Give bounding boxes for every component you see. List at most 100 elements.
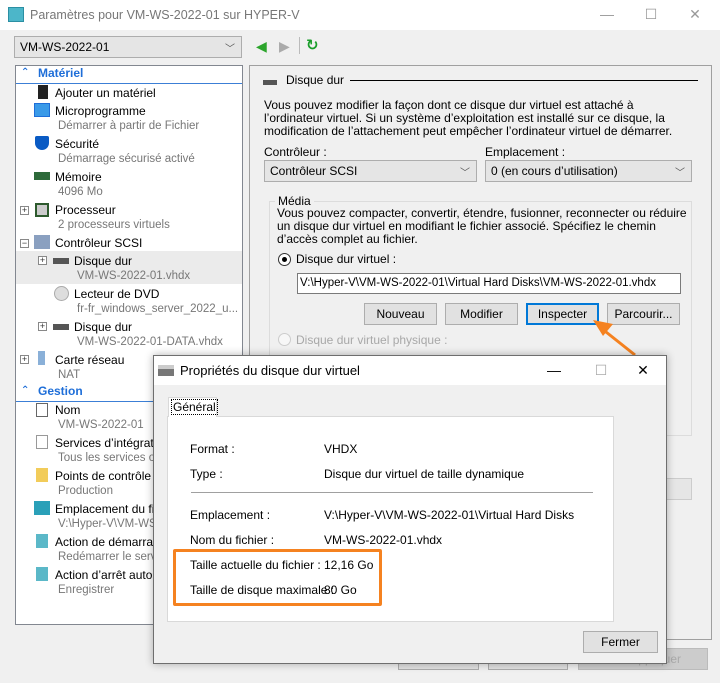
expand-icon[interactable]: + [38, 322, 47, 331]
controller-select[interactable]: Contrôleur SCSI ﹀ [264, 160, 477, 182]
dialog-title-bar: Propriétés du disque dur virtuel — ☐ ✕ [154, 356, 666, 385]
tree-item-sub: VM-WS-2022-01 [58, 419, 144, 431]
tree-item-hard-disk-data[interactable]: Disque dur [74, 320, 132, 334]
hard-disk-icon [263, 80, 277, 85]
collapse-icon: ⌃ [21, 67, 30, 78]
memory-icon [34, 172, 50, 180]
vm-select[interactable]: VM-WS-2022-01 ﹀ [14, 36, 242, 58]
location-value: 0 (en cours d’utilisation) [491, 164, 618, 178]
paging-file-icon [34, 501, 50, 515]
integration-services-icon [36, 435, 48, 449]
physical-disk-label[interactable]: Disque dur virtuel physique : [296, 333, 447, 347]
tab-label: Général [171, 399, 218, 415]
toolbar-divider [299, 37, 300, 54]
tree-item-dvd[interactable]: Lecteur de DVD [74, 287, 159, 301]
current-size-label: Taille actuelle du fichier : [190, 558, 321, 572]
filename-value: VM-WS-2022-01.vhdx [324, 533, 443, 547]
expand-icon[interactable]: + [20, 355, 29, 364]
format-label: Format : [190, 442, 235, 456]
collapse-icon[interactable]: − [20, 239, 29, 248]
title-bar: Paramètres pour VM-WS-2022-01 sur HYPER-… [0, 0, 720, 30]
panel-description: Vous pouvez modifier la façon dont ce di… [264, 98, 673, 138]
scsi-controller-icon [34, 235, 50, 249]
hard-disk-icon [53, 324, 69, 330]
type-value: Disque dur virtuel de taille dynamique [324, 467, 525, 481]
tab-general[interactable]: Général [168, 397, 218, 417]
tree-item-processor[interactable]: Processeur [55, 203, 116, 217]
dialog-title: Propriétés du disque dur virtuel [180, 363, 360, 378]
vm-select-value: VM-WS-2022-01 [20, 40, 110, 54]
maximize-button[interactable]: ☐ [636, 6, 666, 23]
divider [191, 492, 593, 493]
tree-item-sub: Démarrer à partir de Fichier [58, 120, 200, 132]
vhd-path-input[interactable]: V:\Hyper-V\VM-WS-2022-01\Virtual Hard Di… [297, 273, 681, 294]
media-description: Vous pouvez compacter, convertir, étendr… [277, 206, 687, 246]
edit-button[interactable]: Modifier [445, 303, 518, 325]
tree-item-network[interactable]: Carte réseau [55, 353, 124, 367]
tree-item-sub: 2 processeurs virtuels [58, 219, 170, 231]
chevron-down-icon: ﹀ [460, 168, 470, 179]
network-adapter-icon [38, 351, 45, 365]
name-icon [36, 403, 48, 417]
vhd-radio[interactable] [278, 253, 291, 266]
shield-icon [35, 136, 49, 150]
back-arrow-icon[interactable]: ◀ [256, 38, 267, 55]
tree-item-firmware[interactable]: Microprogramme [55, 104, 146, 118]
location-value: V:\Hyper-V\VM-WS-2022-01\Virtual Hard Di… [324, 508, 575, 522]
type-label: Type : [190, 467, 223, 481]
section-title: Matériel [38, 66, 84, 80]
tree-item-hard-disk[interactable]: Disque dur [74, 254, 132, 268]
vhd-radio-label[interactable]: Disque dur virtuel : [296, 252, 396, 266]
location-label: Emplacement : [485, 145, 566, 159]
maximize-button[interactable]: ☐ [586, 362, 616, 379]
tree-item-scsi[interactable]: Contrôleur SCSI [55, 236, 142, 250]
hard-disk-icon [53, 258, 69, 264]
start-action-icon [36, 534, 48, 548]
new-button[interactable]: Nouveau [364, 303, 437, 325]
controller-value: Contrôleur SCSI [270, 164, 358, 178]
hard-disk-icon [158, 365, 174, 376]
tree-item-name[interactable]: Nom [55, 403, 80, 417]
location-select[interactable]: 0 (en cours d’utilisation) ﹀ [485, 160, 692, 182]
tree-item-checkpoints[interactable]: Points de contrôle [55, 469, 151, 483]
processor-icon [35, 203, 49, 217]
expand-icon[interactable]: + [20, 206, 29, 215]
format-value: VHDX [324, 442, 358, 456]
chevron-down-icon: ﹀ [675, 168, 685, 179]
tree-item-memory[interactable]: Mémoire [55, 170, 102, 184]
physical-disk-radio[interactable] [278, 333, 291, 346]
controller-label: Contrôleur : [264, 145, 327, 159]
close-dialog-button[interactable]: Fermer [583, 631, 658, 653]
tree-item-sub: Démarrage sécurisé activé [58, 153, 195, 165]
refresh-icon[interactable]: ↻ [306, 36, 319, 54]
tree-item-sub: VM-WS-2022-01-DATA.vhdx [77, 336, 223, 348]
tree-item-sub: Enregistrer [58, 584, 115, 596]
dvd-icon [54, 286, 69, 301]
stop-action-icon [36, 567, 48, 581]
tree-item-sub: fr-fr_windows_server_2022_u... [77, 303, 239, 315]
tree-item-sub: Production [58, 485, 113, 497]
tree-item-sub: VM-WS-2022-01.vhdx [77, 270, 191, 282]
panel-header: Disque dur [286, 73, 345, 87]
add-hardware-icon [38, 85, 48, 99]
tree-item-sub: 4096 Mo [58, 186, 103, 198]
tree-item-add-hardware[interactable]: Ajouter un matériel [55, 86, 156, 100]
max-size-value: 80 Go [324, 583, 357, 597]
window-title: Paramètres pour VM-WS-2022-01 sur HYPER-… [30, 8, 300, 22]
forward-arrow-icon[interactable]: ▶ [279, 38, 290, 55]
expand-icon[interactable]: + [38, 256, 47, 265]
tree-item-security[interactable]: Sécurité [55, 137, 99, 151]
close-button[interactable]: ✕ [628, 362, 658, 379]
minimize-button[interactable]: — [539, 362, 569, 378]
location-label: Emplacement : [190, 508, 271, 522]
checkpoint-icon [36, 468, 48, 482]
current-size-value: 12,16 Go [324, 558, 374, 572]
highlight-arrow [593, 320, 636, 357]
close-button[interactable]: ✕ [680, 6, 710, 23]
minimize-button[interactable]: — [592, 6, 622, 22]
chevron-down-icon: ﹀ [225, 44, 235, 55]
section-hardware[interactable]: ⌃ Matériel [16, 66, 242, 84]
firmware-icon [34, 103, 50, 117]
header-line [350, 80, 698, 81]
filename-label: Nom du fichier : [190, 533, 275, 547]
